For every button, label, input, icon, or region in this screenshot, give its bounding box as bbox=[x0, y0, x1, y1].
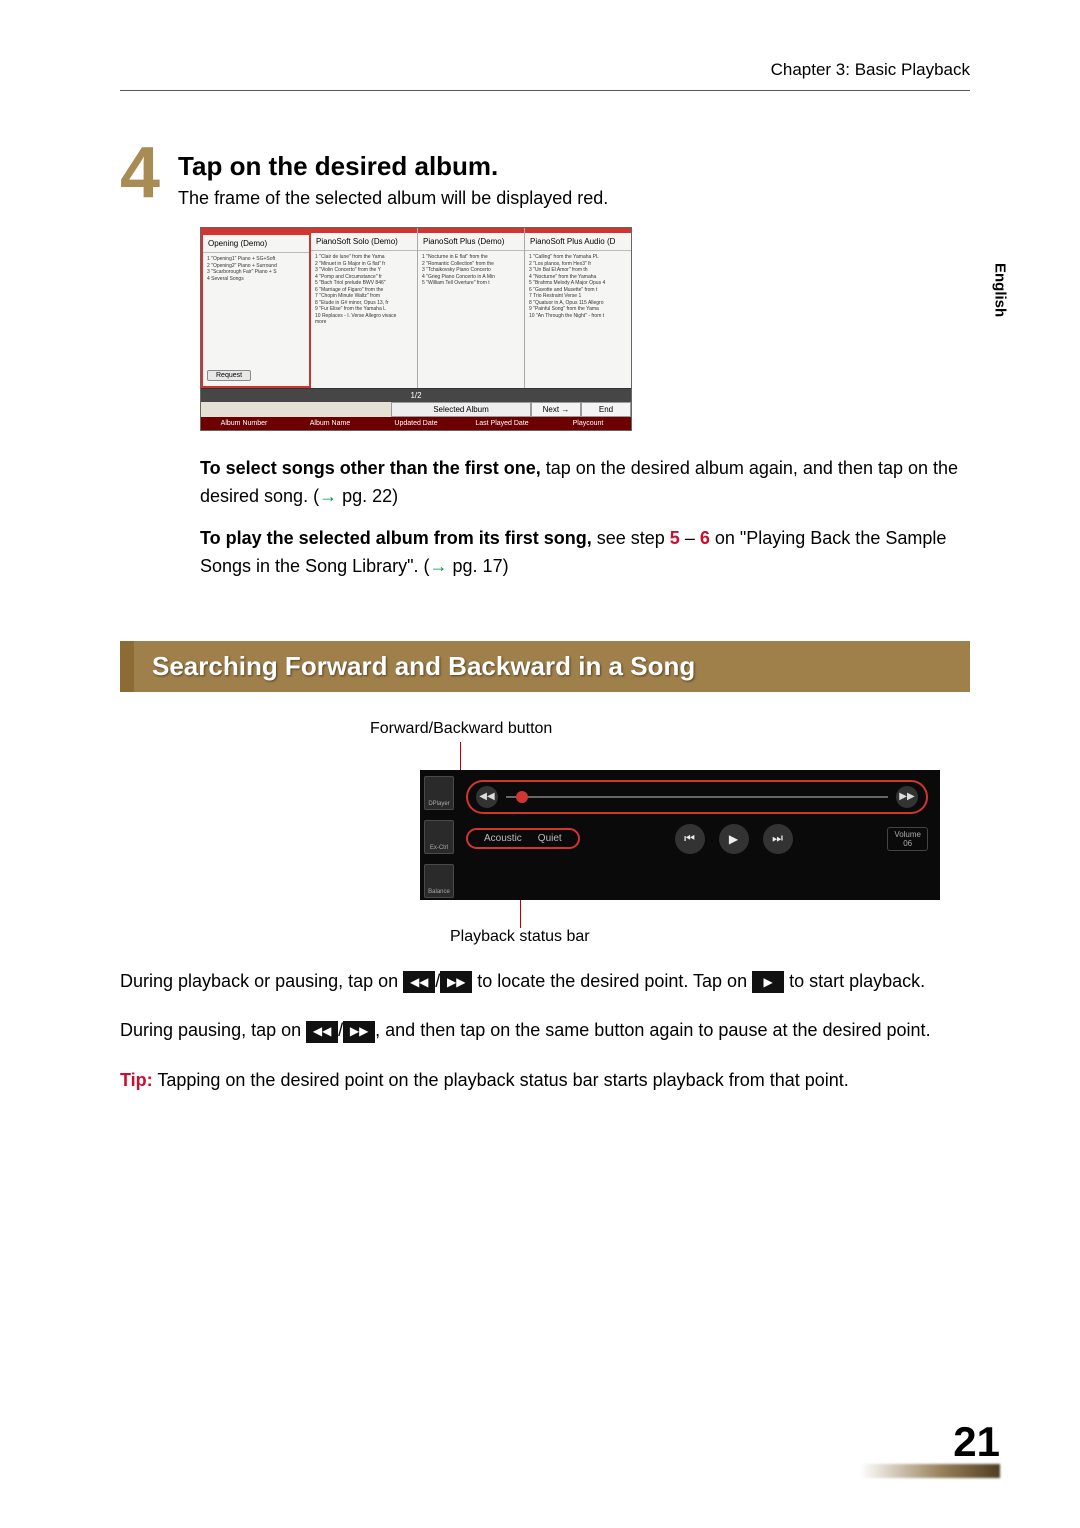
album-card-title: PianoSoft Plus Audio (D bbox=[525, 228, 631, 251]
chapter-header: Chapter 3: Basic Playback bbox=[120, 60, 970, 91]
para-text: to locate the desired point. Tap on bbox=[477, 971, 752, 991]
rewind-icon: ◀◀ bbox=[403, 971, 435, 993]
sort-col: Album Name bbox=[287, 417, 373, 430]
side-btn: DPlayer bbox=[424, 776, 454, 810]
para-text: During playback or pausing, tap on bbox=[120, 971, 403, 991]
tip-label: Tip: bbox=[120, 1070, 153, 1090]
play-icon: ▶ bbox=[752, 971, 784, 993]
para-text: , and then tap on the same button again … bbox=[375, 1020, 930, 1040]
para-text: – bbox=[680, 528, 700, 548]
album-card-body: 1 "Nocturne in E flat" from the 2 "Roman… bbox=[418, 251, 524, 388]
album-card-title: PianoSoft Solo (Demo) bbox=[311, 228, 417, 251]
next-button: Next → bbox=[531, 402, 581, 417]
volume-label: Volume bbox=[894, 830, 921, 839]
prev-icon: ⏮ bbox=[675, 824, 705, 854]
album-card-title: Opening (Demo) bbox=[203, 230, 309, 253]
forward-icon: ▶▶ bbox=[440, 971, 472, 993]
request-button: Request bbox=[207, 370, 251, 381]
play-icon: ▶ bbox=[719, 824, 749, 854]
album-card-body: 1 "Opening1" Piano + SG+Soft 2 "Opening2… bbox=[203, 253, 309, 357]
page-shadow bbox=[860, 1464, 1000, 1478]
step-ref: 5 bbox=[670, 528, 680, 548]
step-ref: 6 bbox=[700, 528, 710, 548]
leader-line bbox=[520, 900, 521, 928]
album-card-body: 1 "Calling" from the Yamaha PL 2 "Los pl… bbox=[525, 251, 631, 388]
volume-value: 06 bbox=[894, 839, 921, 848]
album-card: PianoSoft Plus (Demo) 1 "Nocturne in E f… bbox=[418, 228, 525, 388]
rewind-icon: ◀◀ bbox=[306, 1021, 338, 1043]
tip-text: Tapping on the desired point on the play… bbox=[153, 1070, 849, 1090]
forward-icon: ▶▶ bbox=[343, 1021, 375, 1043]
playback-panel: DPlayer Ex-Ctrl Balance ◀◀ ▶▶ Acoustic Q… bbox=[420, 770, 940, 900]
step-number: 4 bbox=[120, 145, 160, 203]
arrow-icon: → bbox=[430, 556, 448, 576]
instruction-para-1: To select songs other than the first one… bbox=[200, 455, 970, 511]
forward-icon: ▶▶ bbox=[896, 786, 918, 808]
side-btn: Ex-Ctrl bbox=[424, 820, 454, 854]
album-card-body: 1 "Clair de lune" from the Yama 2 "Minue… bbox=[311, 251, 417, 388]
pager: 1/2 bbox=[201, 388, 631, 402]
para-text: During pausing, tap on bbox=[120, 1020, 306, 1040]
album-card-title: PianoSoft Plus (Demo) bbox=[418, 228, 524, 251]
end-button: End bbox=[581, 402, 631, 417]
sort-col: Last Played Date bbox=[459, 417, 545, 430]
next-icon: ⏭ bbox=[763, 824, 793, 854]
body-para-2: During pausing, tap on ◀◀/▶▶, and then t… bbox=[120, 1017, 970, 1045]
page-number: 21 bbox=[860, 1418, 1000, 1466]
arrow-icon: → bbox=[319, 486, 337, 506]
mode-quiet: Quiet bbox=[538, 833, 562, 844]
mode-pill: Acoustic Quiet bbox=[466, 828, 580, 849]
tip-para: Tip: Tapping on the desired point on the… bbox=[120, 1067, 970, 1095]
para-bold: To play the selected album from its firs… bbox=[200, 528, 592, 548]
album-card-selected: Opening (Demo) 1 "Opening1" Piano + SG+S… bbox=[201, 228, 311, 388]
volume-box: Volume 06 bbox=[887, 827, 928, 851]
para-bold: To select songs other than the first one… bbox=[200, 458, 541, 478]
para-text: to start playback. bbox=[789, 971, 925, 991]
sort-col: Playcount bbox=[545, 417, 631, 430]
step-subtitle: The frame of the selected album will be … bbox=[178, 188, 608, 209]
figure-label-top: Forward/Backward button bbox=[370, 720, 940, 738]
page-number-box: 21 bbox=[860, 1418, 1000, 1478]
playback-figure: Forward/Backward button DPlayer Ex-Ctrl … bbox=[420, 720, 940, 946]
rewind-icon: ◀◀ bbox=[476, 786, 498, 808]
sort-col: Album Number bbox=[201, 417, 287, 430]
language-tab-label: English bbox=[992, 263, 1009, 317]
selected-album-label: Selected Album bbox=[391, 402, 531, 417]
para-text: pg. 17) bbox=[448, 556, 509, 576]
language-tab: English bbox=[982, 230, 1018, 350]
step-title: Tap on the desired album. bbox=[178, 151, 608, 182]
mode-acoustic: Acoustic bbox=[484, 833, 522, 844]
para-text: see step bbox=[592, 528, 670, 548]
section-heading: Searching Forward and Backward in a Song bbox=[120, 641, 970, 692]
sort-row: Album Number Album Name Updated Date Las… bbox=[201, 417, 631, 430]
album-card: PianoSoft Plus Audio (D 1 "Calling" from… bbox=[525, 228, 631, 388]
album-screenshot: Opening (Demo) 1 "Opening1" Piano + SG+S… bbox=[200, 227, 632, 431]
para-text: pg. 22) bbox=[337, 486, 398, 506]
side-btn: Balance bbox=[424, 864, 454, 898]
leader-line bbox=[460, 742, 461, 770]
seek-knob bbox=[516, 791, 528, 803]
body-para-1: During playback or pausing, tap on ◀◀/▶▶… bbox=[120, 968, 970, 996]
album-card: PianoSoft Solo (Demo) 1 "Clair de lune" … bbox=[311, 228, 418, 388]
sort-col: Updated Date bbox=[373, 417, 459, 430]
instruction-para-2: To play the selected album from its firs… bbox=[200, 525, 970, 581]
seek-slider: ◀◀ ▶▶ bbox=[466, 780, 928, 814]
figure-label-bottom: Playback status bar bbox=[450, 928, 940, 946]
